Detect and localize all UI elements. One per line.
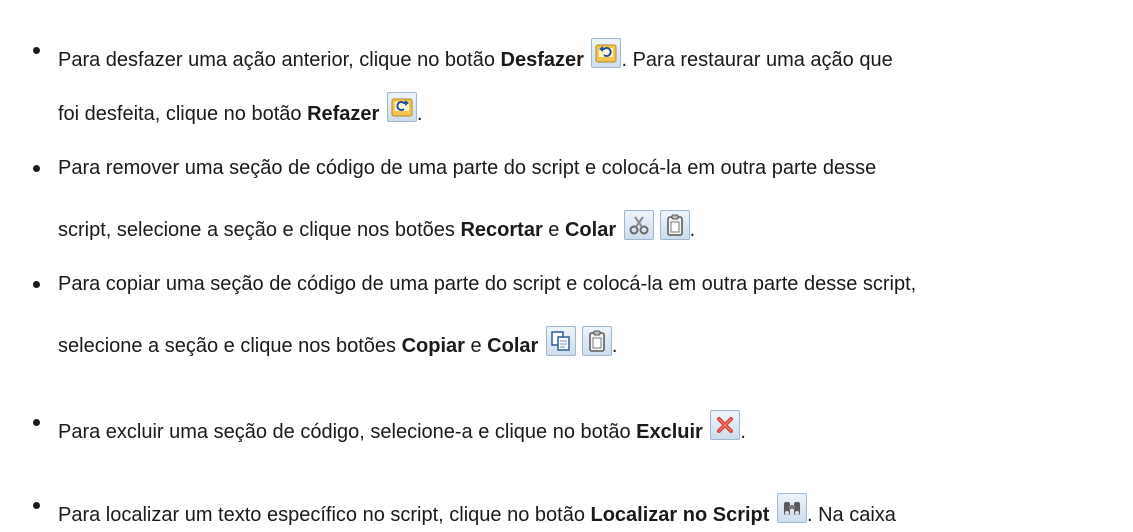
text-line: script, selecione a seção e clique nos b… — [58, 210, 695, 242]
text: e — [464, 335, 488, 357]
button-name-label: Excluir — [636, 421, 703, 443]
button-name-label: Colar — [487, 335, 539, 357]
scissors-icon — [629, 216, 649, 235]
text: script, selecione a seção e clique nos b… — [58, 219, 461, 241]
text: Para desfazer uma ação anterior, clique … — [58, 49, 501, 71]
copy-button[interactable] — [545, 326, 576, 356]
binoculars-icon — [784, 502, 800, 515]
redo-button[interactable] — [386, 92, 417, 122]
text-line: Para copiar uma seção de código de uma p… — [58, 272, 916, 296]
text-line: Para remover uma seção de código de uma … — [58, 156, 876, 180]
text: . — [416, 103, 423, 125]
text: . Na caixa — [807, 504, 896, 526]
button-name-label: Colar — [564, 219, 617, 241]
text: . — [611, 335, 618, 357]
button-name-label: Copiar — [401, 335, 465, 357]
bullet — [33, 419, 40, 426]
paste-button[interactable] — [659, 210, 690, 240]
bullet — [33, 165, 40, 172]
paste-button[interactable] — [581, 326, 612, 356]
text: Para excluir uma seção de código, seleci… — [58, 421, 637, 443]
text-line: Para desfazer uma ação anterior, clique … — [58, 38, 893, 72]
text-line: Para excluir uma seção de código, seleci… — [58, 410, 746, 444]
button-name-label: Recortar — [460, 219, 543, 241]
redo-icon — [391, 98, 413, 117]
text: Para localizar um texto específico no sc… — [58, 504, 591, 526]
clipboard-icon — [589, 330, 605, 352]
button-name-label: Localizar no Script — [590, 504, 770, 526]
bullet — [33, 502, 40, 509]
undo-button[interactable] — [591, 38, 622, 68]
text: foi desfeita, clique no botão — [58, 103, 308, 125]
undo-icon — [595, 44, 617, 63]
text: . — [740, 421, 746, 443]
text: . — [689, 219, 696, 241]
find-in-script-button[interactable] — [777, 493, 807, 523]
clipboard-icon — [666, 214, 683, 236]
copy-icon — [551, 331, 570, 351]
delete-x-icon — [717, 417, 734, 433]
text: . Para restaurar uma ação que — [621, 49, 893, 71]
text-line: foi desfeita, clique no botão Refazer . — [58, 92, 422, 126]
text: e — [542, 219, 565, 241]
text-line: Para localizar um texto específico no sc… — [58, 493, 896, 527]
button-name-label: Desfazer — [500, 49, 584, 71]
bullet — [33, 47, 40, 54]
text-line: selecione a seção e clique nos botões Co… — [58, 326, 617, 358]
cut-button[interactable] — [623, 210, 654, 240]
text: Para copiar uma seção de código de uma p… — [58, 273, 917, 295]
button-name-label: Refazer — [307, 103, 380, 125]
text: selecione a seção e clique nos botões — [58, 335, 402, 357]
text: Para remover uma seção de código de uma … — [58, 157, 877, 179]
bullet — [33, 281, 40, 288]
delete-button[interactable] — [710, 410, 741, 440]
